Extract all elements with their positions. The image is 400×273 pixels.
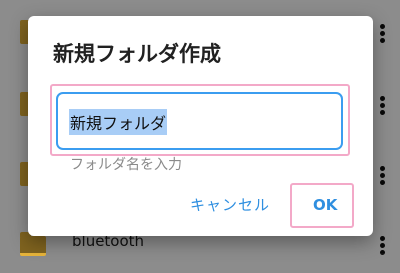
- input-selected-text[interactable]: 新規フォルダ: [69, 109, 168, 135]
- folder-name-input[interactable]: 新規フォルダ: [56, 92, 343, 150]
- cancel-button[interactable]: キャンセル: [190, 194, 270, 215]
- ok-button[interactable]: OK: [313, 196, 337, 214]
- input-hint: フォルダ名を入力: [70, 157, 182, 173]
- dialog-title: 新規フォルダ作成: [53, 42, 221, 66]
- new-folder-dialog: 新規フォルダ作成 新規フォルダ フォルダ名を入力 キャンセル OK: [28, 16, 373, 236]
